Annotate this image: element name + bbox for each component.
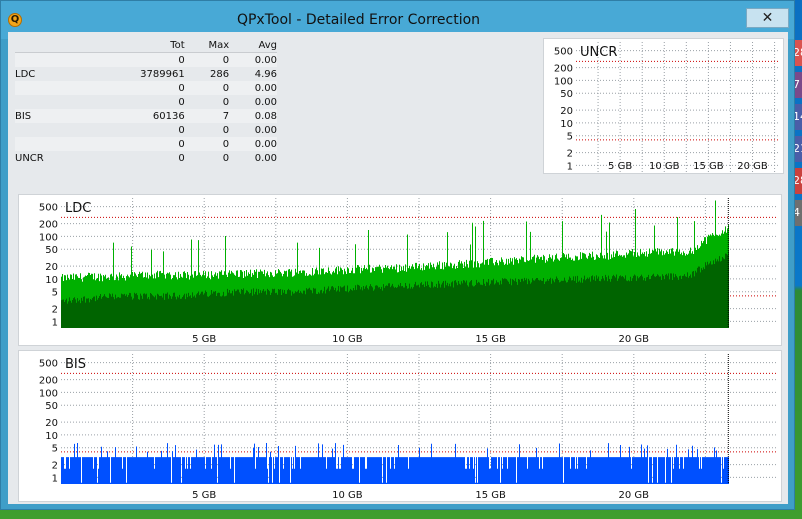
stats-row-label: BIS [15,109,89,123]
stats-row-avg: 0.00 [254,124,277,136]
y-tick-label: 2 [52,305,58,316]
y-tick-label: 100 [39,232,58,243]
y-tick-label: 50 [45,245,58,256]
stats-row-tot: 3789961 [140,68,185,80]
y-tick-label: 2 [567,149,573,160]
stats-row-tot: 0 [89,81,185,95]
stats-row-avg: 0.00 [229,137,277,151]
stats-row: 0 0 0.00 [15,52,277,67]
y-tick-label: 2 [52,461,58,472]
y-tick-label: 500 [39,203,58,214]
y-tick-label: 200 [39,376,58,387]
y-tick-label: 200 [39,220,58,231]
y-tick-label: 1 [52,317,58,328]
stats-row: UNCR 0 0 0.00 [15,151,277,165]
stats-row-tot: 0 [178,96,185,108]
ldc-chart: 12 5 10 20 50 100200 500 5 GB 10 GB 15 GB 20 GB LDC [39,198,777,345]
stats-header-label [15,38,89,53]
stats-row-label: LDC [15,68,36,80]
y-tick-label: 500 [39,359,58,370]
y-tick-label: 5 [52,288,58,299]
y-tick-label: 100 [554,76,573,87]
x-tick-label: 10 GB [332,334,363,345]
stats-row-max: 0 [222,152,230,164]
stats-row-max: 7 [184,109,230,123]
y-tick-label: 5 [567,132,573,143]
x-tick-label: 10 GB [649,161,680,172]
ldc-chart-panel: 1 2 5 10 20 50 100 200 500 5 GB 10 GB 15 GB 20 GB LDC [18,194,782,346]
y-tick-label: 20 [560,106,573,117]
stats-row-max: 0 [184,137,230,151]
stats-header-tot: Tot [89,38,185,53]
x-tick-label: 20 GB [619,490,650,501]
stats-row: 0 0 0.00 [15,123,277,137]
y-tick-label: 20 [45,418,58,429]
y-tick-label: 500 [554,47,573,58]
stats-row-avg: 0.08 [229,109,277,123]
stats-row-tot: 0 [89,137,185,151]
stats-row-max: 0 [222,96,230,108]
chart-title: BIS [65,357,86,372]
stats-row-avg: 0.00 [229,81,277,95]
y-tick-label: 100 [39,388,58,399]
y-tick-label: 5 [52,444,58,455]
x-tick-label: 10 GB [332,490,363,501]
y-tick-label: 1 [567,161,573,172]
x-tick-label: 20 GB [619,334,650,345]
chart-title: UNCR [580,45,617,60]
y-tick-label: 10 [45,275,58,286]
window-title: QPxTool - Detailed Error Correction [236,12,481,28]
stats-row: BIS 60136 7 0.08 [15,109,277,123]
y-tick-label: 50 [560,89,573,100]
stats-header-max: Max [184,38,230,53]
stats-row-max: 0 [184,81,230,95]
bis-chart-panel: 1 2 5 10 20 50 100 200 500 5 GB 10 GB 15 GB 20 GB BIS [18,350,782,502]
y-tick-label: 50 [45,401,58,412]
stats-row-max: 0 [184,52,230,67]
stats-row: 0 0 0.00 [15,81,277,95]
y-tick-label: 200 [554,64,573,75]
stats-row-max: 0 [222,124,230,136]
x-tick-label: 5 GB [608,161,632,172]
stats-row: 0 0 0.00 [15,137,277,151]
stats-row-label: UNCR [15,152,44,164]
stats-row-avg: 0.00 [254,96,277,108]
stats-row-label [15,123,89,137]
x-tick-label: 20 GB [737,161,768,172]
stats-row-avg: 0.00 [229,52,277,67]
stats-row-label [15,81,89,95]
stats-row-label [15,137,89,151]
error-stats-table: Tot Max Avg 0 0 0.00 LDC 3789961 286 4.96 000… [15,38,277,165]
bis-chart: 12 5 10 20 50 100200 500 5 GB 10 GB 15 GB 20 GB BIS [39,354,777,501]
y-tick-label: 10 [560,119,573,130]
stats-row: LDC 3789961 286 4.96 [15,67,277,81]
stats-row-avg: 4.96 [254,68,277,80]
stats-row-tot: 60136 [89,109,185,123]
stats-row-avg: 0.00 [254,152,277,164]
stats-header-row: Tot Max Avg [15,38,277,53]
window-client-area: Tot Max Avg 0 0 0.00 LDC 3789961 286 4.96 000… [8,32,788,504]
y-tick-label: 10 [45,431,58,442]
stats-row-label [15,52,89,67]
x-tick-label: 15 GB [475,490,506,501]
y-tick-label: 20 [45,262,58,273]
close-button[interactable]: ✕ [746,8,789,28]
stats-row-tot: 0 [178,124,185,136]
uncr-chart: 12 5 10 20 50 100200 500 5 GB 10 GB 15 GB 20 GB UNC… [554,42,779,172]
stats-row-label [15,95,89,109]
uncr-chart-panel: 1 2 5 10 20 50 100 200 500 5 GB 10 GB 15 GB 20 GB UNC… [543,38,784,174]
chart-title: LDC [65,201,91,216]
x-tick-label: 5 GB [192,490,216,501]
x-tick-label: 15 GB [475,334,506,345]
stats-header-avg: Avg [229,38,277,53]
qpxtool-window: Q QPxTool - Detailed Error Correction ✕ … [0,0,795,510]
stats-row: 0 0 0.00 [15,95,277,109]
stats-row-tot: 0 [89,52,185,67]
stats-row-tot: 0 [178,152,185,164]
y-tick-label: 1 [52,473,58,484]
x-tick-label: 15 GB [693,161,724,172]
stats-row-max: 286 [210,68,230,80]
x-tick-label: 5 GB [192,334,216,345]
